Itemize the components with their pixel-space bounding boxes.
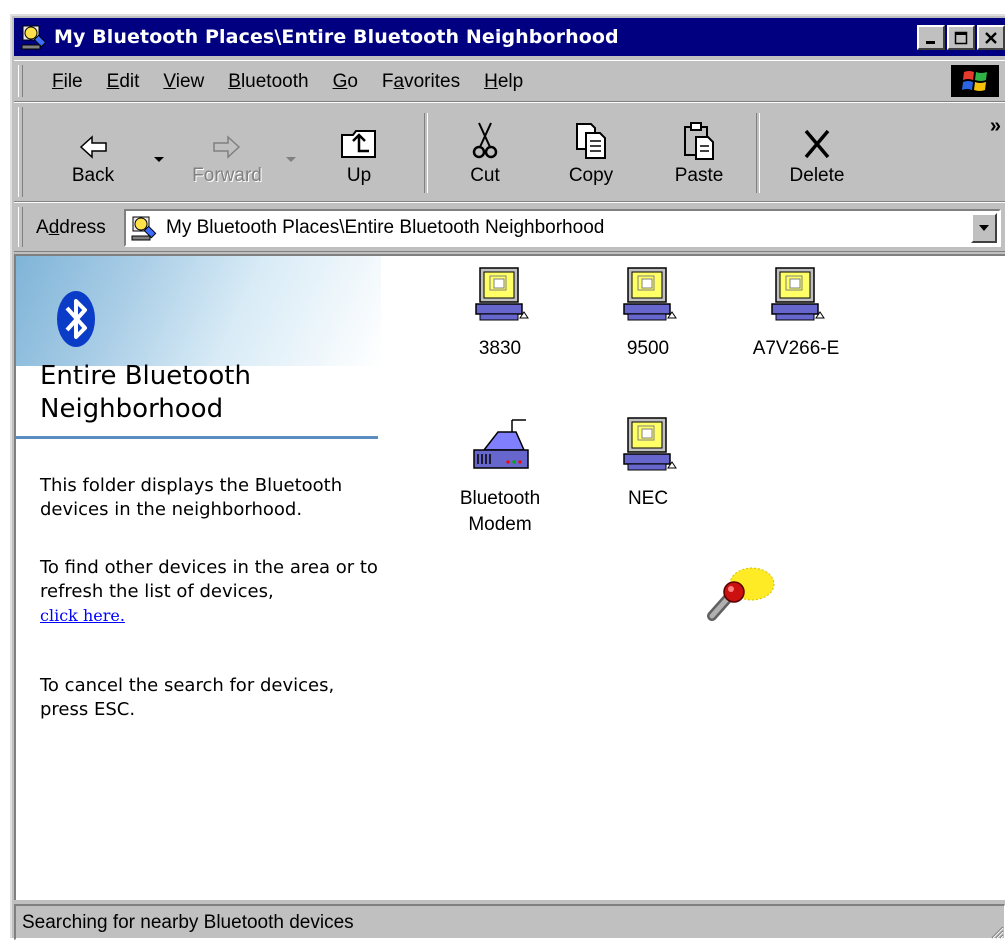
toolbar: Back Forward Up Cut Copy Paste Delete » bbox=[14, 102, 1005, 202]
delete-button[interactable]: Delete bbox=[772, 111, 862, 197]
forward-dropdown-arrow[interactable] bbox=[286, 157, 296, 162]
paste-button[interactable]: Paste bbox=[654, 111, 744, 197]
menu-favorites[interactable]: Favorites bbox=[372, 69, 474, 95]
paste-label: Paste bbox=[674, 165, 724, 186]
device-label: 9500 bbox=[626, 338, 670, 359]
toolbar-separator bbox=[424, 113, 428, 193]
menu-help[interactable]: Help bbox=[474, 69, 537, 95]
computer-icon bbox=[475, 267, 529, 321]
sidebar-refresh-instructions: To find other devices in the area or to … bbox=[40, 557, 378, 602]
modem-icon bbox=[473, 419, 529, 469]
computer-icon bbox=[771, 267, 825, 321]
bluetooth-places-icon bbox=[21, 25, 47, 50]
device-label: NEC bbox=[627, 488, 669, 509]
up-label: Up bbox=[346, 165, 372, 186]
address-label: Address bbox=[36, 217, 106, 238]
forward-button[interactable]: Forward bbox=[182, 111, 272, 197]
maximize-icon bbox=[954, 31, 968, 44]
sidebar-title: Entire Bluetooth Neighborhood bbox=[40, 361, 251, 424]
menu-accelerator: H bbox=[484, 71, 498, 92]
address-field[interactable]: My Bluetooth Places\Entire Bluetooth Nei… bbox=[124, 209, 1001, 247]
bluetooth-places-icon bbox=[131, 216, 157, 241]
bluetooth-logo-icon bbox=[57, 291, 95, 347]
menu-accelerator: E bbox=[106, 71, 120, 92]
title-bar[interactable]: My Bluetooth Places\Entire Bluetooth Nei… bbox=[14, 18, 1005, 56]
menu-edit[interactable]: Edit bbox=[97, 69, 154, 95]
copy-icon bbox=[576, 123, 606, 159]
back-label: Back bbox=[71, 165, 115, 186]
address-bar: Address My Bluetooth Places\Entire Bluet… bbox=[14, 202, 1005, 252]
status-text: Searching for nearby Bluetooth devices bbox=[22, 912, 354, 933]
folder-view: Entire Bluetooth Neighborhood This folde… bbox=[14, 254, 1005, 900]
up-button[interactable]: Up bbox=[314, 111, 404, 197]
menu-accelerator: a bbox=[393, 71, 405, 92]
device-item[interactable]: A7V266-E bbox=[736, 266, 856, 362]
menu-accelerator: V bbox=[163, 71, 176, 92]
menu-bar-grip[interactable] bbox=[18, 65, 23, 97]
copy-button[interactable]: Copy bbox=[546, 111, 636, 197]
back-dropdown-arrow[interactable] bbox=[154, 157, 164, 162]
device-item[interactable]: 3830 bbox=[440, 266, 560, 362]
toolbar-grip[interactable] bbox=[18, 107, 23, 197]
device-item[interactable]: NEC bbox=[588, 416, 708, 512]
menu-accelerator: F bbox=[52, 71, 64, 92]
forward-arrow-icon bbox=[213, 135, 241, 159]
chevron-down-icon bbox=[979, 225, 989, 231]
menu: File Edit View Bluetooth Go Favorites He… bbox=[42, 69, 537, 95]
delete-label: Delete bbox=[789, 165, 845, 186]
window-controls bbox=[915, 25, 1005, 50]
menu-bluetooth[interactable]: Bluetooth bbox=[218, 69, 322, 95]
refresh-devices-link[interactable]: click here. bbox=[40, 606, 125, 625]
address-dropdown-button[interactable] bbox=[971, 213, 997, 243]
cut-label: Cut bbox=[470, 165, 500, 186]
address-bar-grip[interactable] bbox=[18, 207, 23, 247]
menu-accelerator: d bbox=[48, 217, 60, 238]
toolbar-separator bbox=[756, 113, 760, 193]
menu-go[interactable]: Go bbox=[323, 69, 372, 95]
scissors-icon bbox=[472, 122, 498, 159]
cut-button[interactable]: Cut bbox=[440, 111, 530, 197]
minimize-icon bbox=[926, 40, 935, 44]
menu-view[interactable]: View bbox=[153, 69, 218, 95]
forward-label: Forward bbox=[192, 165, 262, 186]
close-icon bbox=[985, 31, 997, 44]
sidebar-divider bbox=[16, 436, 378, 439]
resize-grip-icon[interactable] bbox=[988, 923, 1004, 939]
up-folder-icon bbox=[341, 130, 376, 158]
device-label: 3830 bbox=[478, 338, 522, 359]
sidebar-description: This folder displays the Bluetooth devic… bbox=[40, 475, 343, 520]
device-item[interactable]: 9500 bbox=[588, 266, 708, 362]
sidebar-cancel-text: To cancel the search for devices, press … bbox=[40, 675, 335, 720]
computer-icon bbox=[623, 267, 677, 321]
menu-bar: File Edit View Bluetooth Go Favorites He… bbox=[14, 60, 1005, 102]
menu-accelerator: B bbox=[228, 71, 241, 92]
sidebar-refresh-text: To find other devices in the area or to … bbox=[40, 556, 380, 628]
delete-x-icon bbox=[804, 129, 830, 159]
status-bar: Searching for nearby Bluetooth devices bbox=[14, 904, 1005, 940]
toolbar-more-chevron[interactable]: » bbox=[990, 115, 1001, 138]
copy-label: Copy bbox=[568, 165, 614, 186]
back-button[interactable]: Back bbox=[48, 111, 138, 197]
window-title: My Bluetooth Places\Entire Bluetooth Nei… bbox=[54, 26, 619, 48]
device-item[interactable]: Bluetooth Modem bbox=[440, 416, 560, 538]
device-label: A7V266-E bbox=[752, 338, 840, 359]
maximize-button[interactable] bbox=[947, 25, 975, 50]
menu-accelerator: G bbox=[332, 71, 348, 92]
windows-logo-icon bbox=[951, 65, 999, 97]
device-label: Bluetooth Modem bbox=[459, 488, 541, 535]
minimize-button[interactable] bbox=[917, 25, 945, 50]
back-arrow-icon bbox=[79, 135, 107, 159]
computer-icon bbox=[623, 417, 677, 471]
explorer-window: My Bluetooth Places\Entire Bluetooth Nei… bbox=[10, 14, 1005, 940]
menu-file[interactable]: File bbox=[42, 69, 97, 95]
paste-icon bbox=[684, 122, 714, 160]
address-value: My Bluetooth Places\Entire Bluetooth Nei… bbox=[166, 217, 605, 238]
search-flashlight-icon bbox=[707, 567, 775, 621]
close-button[interactable] bbox=[977, 25, 1005, 50]
